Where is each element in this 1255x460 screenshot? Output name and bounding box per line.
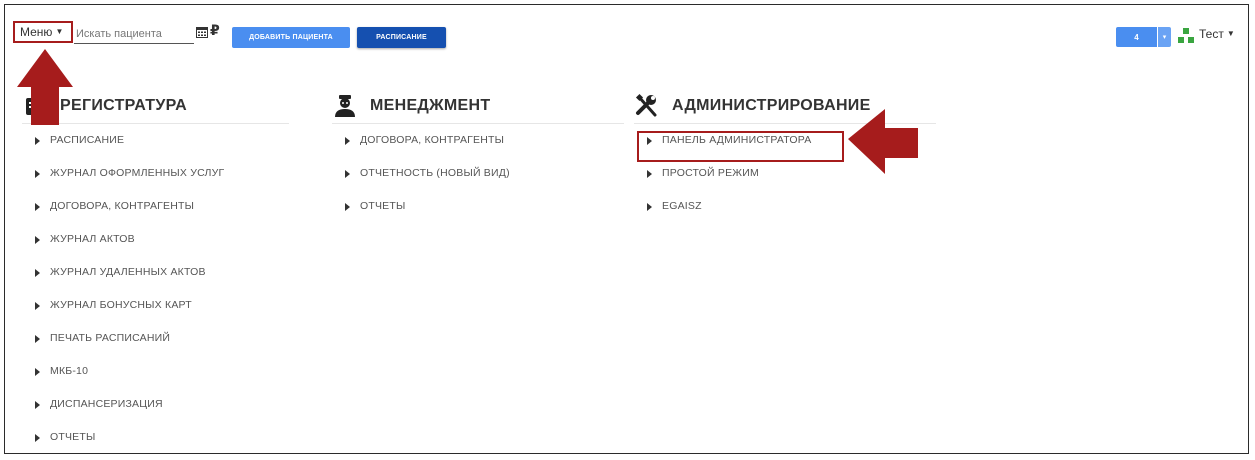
- registry-section: РЕГИСТРАТУРА РАСПИСАНИЕ ЖУРНАЛ ОФОРМЛЕНН…: [22, 89, 289, 454]
- calendar-icon[interactable]: [196, 26, 208, 38]
- menu-item-acts-journal[interactable]: ЖУРНАЛ АКТОВ: [22, 223, 289, 256]
- menu-item-reports[interactable]: ОТЧЕТЫ: [332, 190, 624, 223]
- bullet-icon: [345, 137, 350, 145]
- bullet-icon: [35, 302, 40, 310]
- registry-icon: [26, 98, 44, 115]
- schedule-button[interactable]: РАСПИСАНИЕ: [357, 27, 446, 48]
- menu-button[interactable]: Меню ▼: [13, 21, 73, 43]
- menu-item-label: ПЕЧАТЬ РАСПИСАНИЙ: [50, 332, 171, 344]
- menu-item-dispensary[interactable]: ДИСПАНСЕРИЗАЦИЯ: [22, 388, 289, 421]
- menu-label: Меню: [20, 25, 53, 39]
- bullet-icon: [35, 203, 40, 211]
- bullet-icon: [35, 269, 40, 277]
- management-section: МЕНЕДЖМЕНТ ДОГОВОРА, КОНТРАГЕНТЫ ОТЧЕТНО…: [332, 89, 624, 223]
- menu-item-label: ДОГОВОРА, КОНТРАГЕНТЫ: [360, 134, 505, 146]
- menu-item-contracts[interactable]: ДОГОВОРА, КОНТРАГЕНТЫ: [332, 124, 624, 157]
- top-bar: Меню▼ ₽ ДОБАВИТЬ ПАЦИЕНТА РАСПИСАНИЕ 4 ▾…: [5, 5, 1248, 48]
- patient-search-input[interactable]: [74, 25, 194, 44]
- admin-panel-highlight: [637, 131, 844, 162]
- menu-item-deleted-acts[interactable]: ЖУРНАЛ УДАЛЕННЫХ АКТОВ: [22, 256, 289, 289]
- bullet-icon: [35, 335, 40, 343]
- bullet-icon: [35, 236, 40, 244]
- registry-header: РЕГИСТРАТУРА: [22, 89, 289, 124]
- registry-list: РАСПИСАНИЕ ЖУРНАЛ ОФОРМЛЕННЫХ УСЛУГ ДОГО…: [22, 124, 289, 454]
- administration-header: АДМИНИСТРИРОВАНИЕ: [634, 89, 936, 124]
- menu-item-services-journal[interactable]: ЖУРНАЛ ОФОРМЛЕННЫХ УСЛУГ: [22, 157, 289, 190]
- user-name: Тест: [1199, 27, 1224, 41]
- add-patient-button[interactable]: ДОБАВИТЬ ПАЦИЕНТА: [232, 27, 350, 48]
- caret-down-icon: ▼: [1226, 29, 1235, 38]
- menu-item-label: ДИСПАНСЕРИЗАЦИЯ: [50, 398, 163, 410]
- management-title: МЕНЕДЖМЕНТ: [370, 97, 491, 114]
- registry-title: РЕГИСТРАТУРА: [60, 97, 188, 114]
- menu-item-label: ДОГОВОРА, КОНТРАГЕНТЫ: [50, 200, 195, 212]
- menu-item-label: ОТЧЕТЫ: [50, 431, 96, 443]
- user-menu[interactable]: Тест ▼: [1199, 27, 1235, 41]
- menu-item-reports[interactable]: ОТЧЕТЫ: [22, 421, 289, 454]
- menu-item-label: ЖУРНАЛ БОНУСНЫХ КАРТ: [50, 299, 192, 311]
- bullet-icon: [35, 368, 40, 376]
- menu-item-contracts[interactable]: ДОГОВОРА, КОНТРАГЕНТЫ: [22, 190, 289, 223]
- administration-title: АДМИНИСТРИРОВАНИЕ: [672, 97, 871, 114]
- bullet-icon: [35, 434, 40, 442]
- menu-item-label: ОТЧЕТНОСТЬ (НОВЫЙ ВИД): [360, 167, 510, 179]
- menu-item-label: РАСПИСАНИЕ: [50, 134, 125, 146]
- bullet-icon: [345, 170, 350, 178]
- bullet-icon: [647, 203, 652, 211]
- menu-item-bonus-cards[interactable]: ЖУРНАЛ БОНУСНЫХ КАРТ: [22, 289, 289, 322]
- bullet-icon: [647, 170, 652, 178]
- organization-icon[interactable]: [1177, 27, 1195, 45]
- menu-item-icd10[interactable]: МКБ-10: [22, 355, 289, 388]
- menu-item-print-schedules[interactable]: ПЕЧАТЬ РАСПИСАНИЙ: [22, 322, 289, 355]
- management-list: ДОГОВОРА, КОНТРАГЕНТЫ ОТЧЕТНОСТЬ (НОВЫЙ …: [332, 124, 624, 223]
- counter-button[interactable]: 4: [1116, 27, 1157, 47]
- menu-item-label: ЖУРНАЛ АКТОВ: [50, 233, 135, 245]
- menu-item-reporting-new[interactable]: ОТЧЕТНОСТЬ (НОВЫЙ ВИД): [332, 157, 624, 190]
- menu-item-label: ОТЧЕТЫ: [360, 200, 406, 212]
- menu-item-label: ЖУРНАЛ УДАЛЕННЫХ АКТОВ: [50, 266, 206, 278]
- counter-dropdown-toggle[interactable]: ▾: [1158, 27, 1171, 47]
- menu-item-label: МКБ-10: [50, 365, 89, 377]
- manager-icon: [335, 95, 355, 117]
- caret-down-icon: ▼: [55, 27, 64, 36]
- bullet-icon: [345, 203, 350, 211]
- menu-item-label: ПРОСТОЙ РЕЖИМ: [662, 167, 759, 179]
- bullet-icon: [35, 170, 40, 178]
- app-window: Меню▼ ₽ ДОБАВИТЬ ПАЦИЕНТА РАСПИСАНИЕ 4 ▾…: [4, 4, 1249, 454]
- bullet-icon: [35, 401, 40, 409]
- menu-item-label: EGAISZ: [662, 200, 702, 212]
- menu-item-schedule[interactable]: РАСПИСАНИЕ: [22, 124, 289, 157]
- menu-item-egaisz[interactable]: EGAISZ: [634, 190, 936, 223]
- tools-icon: [635, 93, 657, 117]
- bullet-icon: [35, 137, 40, 145]
- ruble-icon[interactable]: ₽: [210, 22, 220, 39]
- chevron-down-icon: ▾: [1162, 34, 1167, 41]
- menu-item-label: ЖУРНАЛ ОФОРМЛЕННЫХ УСЛУГ: [50, 167, 225, 179]
- management-header: МЕНЕДЖМЕНТ: [332, 89, 624, 124]
